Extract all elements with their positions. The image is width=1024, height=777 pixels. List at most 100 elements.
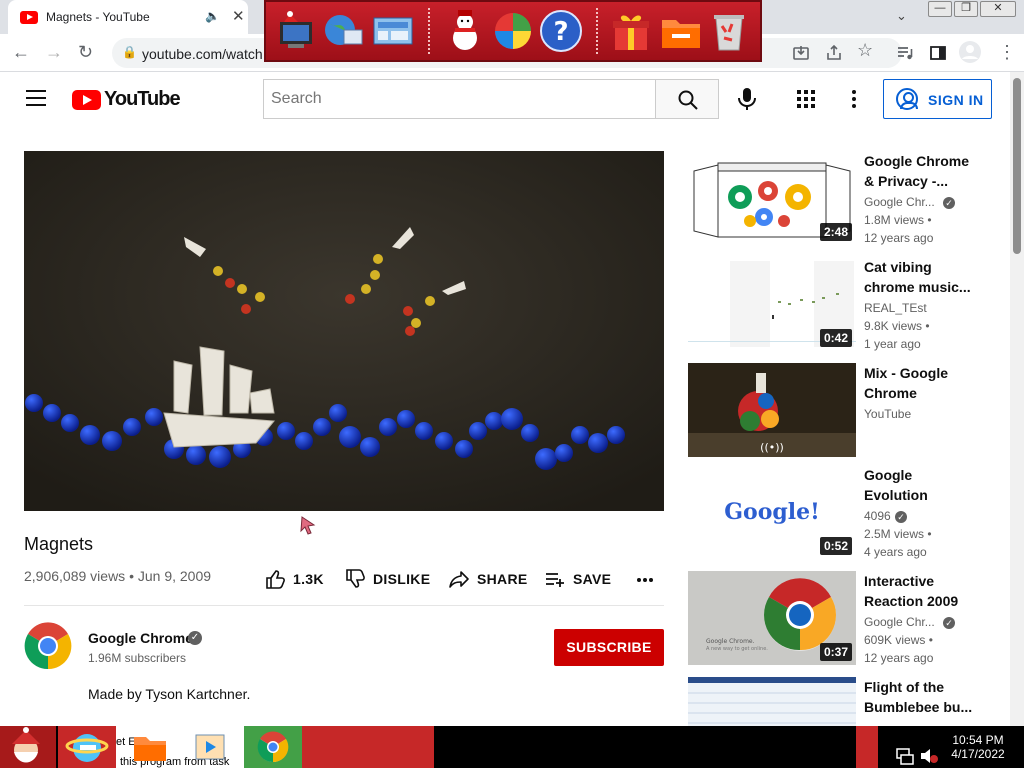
files-folder-icon[interactable] [130,726,170,768]
recycle-bin-icon[interactable] [706,8,752,54]
recommended-video-channel[interactable]: REAL_TEst [864,301,927,315]
windows-taskbar: et E this program from task 10:54 PM 4/1… [0,726,1024,768]
channel-name[interactable]: Google Chrome [88,630,193,646]
recommended-video-channel[interactable]: YouTube [864,407,911,421]
video-description: Made by Tyson Kartchner. [88,686,251,702]
view-count-date: 2,906,089 views • Jun 9, 2009 [24,568,212,584]
search-button[interactable] [655,79,719,119]
media-player-icon[interactable] [190,726,230,768]
side-panel-icon[interactable] [929,44,947,62]
search-input[interactable] [264,80,656,118]
launcher-separator [596,8,598,54]
youtube-logo[interactable]: YouTube [72,88,181,112]
scrollbar-thumb[interactable] [1013,78,1021,254]
browser-tab[interactable]: Magnets - YouTube 🔈 ✕ [8,0,248,34]
recommended-video[interactable]: Flight of the Bumblebee bu... [688,677,998,726]
gift-box-icon[interactable] [608,8,654,54]
disk-pie-icon[interactable] [490,8,536,54]
save-label: SAVE [573,571,612,587]
video-thumbnail[interactable]: 0:42 [688,257,856,351]
reload-icon[interactable]: ↻ [78,42,93,63]
recommended-video-views: 1.8M views • [864,213,932,227]
help-question-icon[interactable]: ? [538,8,584,54]
tab-close-icon[interactable]: ✕ [232,7,245,25]
recommended-video-title[interactable]: Google Evolution [864,465,974,505]
taskbar-launcher-strip[interactable] [302,726,434,768]
video-thumbnail[interactable]: Google Chrome. A new way to get online. … [688,571,856,665]
video-thumbnail[interactable]: 2:48 [688,151,856,245]
control-panel-icon[interactable] [370,8,416,54]
subscribe-button[interactable]: SUBSCRIBE [554,629,664,666]
svg-text:((•)): ((•)) [760,441,784,454]
show-hidden-tray-icon[interactable] [856,726,878,768]
search-icon [678,90,698,110]
recommended-video[interactable]: Google Chrome. A new way to get online. … [688,571,998,665]
snowman-icon[interactable] [442,8,488,54]
video-thumbnail[interactable] [688,677,856,726]
video-duration: 0:42 [819,329,852,347]
browser-menu-icon[interactable]: ⋮ [998,42,1016,63]
globe-network-icon[interactable] [320,8,366,54]
folder-icon[interactable] [658,8,704,54]
share-button[interactable]: SHARE [448,568,527,590]
recommended-mix[interactable]: ((•)) Mix - Google Chrome YouTube [688,363,998,457]
page-scrollbar[interactable] [1010,72,1024,726]
minimize-window-icon[interactable]: — [928,1,952,17]
recommended-video-channel[interactable]: 4096 [864,509,891,523]
bumblebee-thumbnail [688,677,856,726]
volume-icon[interactable] [918,735,940,777]
like-button[interactable]: 1.3K [264,568,326,590]
recommended-video-title[interactable]: Cat vibing chrome music... [864,257,974,297]
microphone-icon[interactable] [736,86,758,112]
share-label: SHARE [477,571,528,587]
recommended-video-channel[interactable]: Google Chr... [864,615,935,629]
sign-in-button[interactable]: SIGN IN [883,79,992,119]
internet-explorer-icon[interactable] [58,726,116,768]
verified-badge-icon: ✓ [895,511,907,523]
recommended-video-views: 609K views • [864,633,933,647]
recommended-video-channel[interactable]: Google Chr... [864,195,935,209]
recommended-video[interactable]: 2:48 Google Chrome & Privacy -... Google… [688,151,998,245]
recommended-video[interactable]: Google! 0:52 Google Evolution 4096 ✓ 2.5… [688,465,998,559]
close-window-icon[interactable]: ✕ [980,1,1016,17]
channel-avatar[interactable] [24,622,72,670]
launcher-separator [428,8,430,54]
system-clock[interactable]: 10:54 PM 4/17/2022 [946,733,1010,761]
restore-window-icon[interactable]: ❐ [954,1,978,17]
address-url[interactable]: youtube.com/watch [142,46,263,62]
more-actions-button[interactable] [636,568,654,590]
bookmark-star-icon[interactable]: ☆ [857,40,873,61]
dislike-label: DISLIKE [373,571,431,587]
dislike-button[interactable]: DISLIKE [344,568,431,590]
recommended-video-title[interactable]: Google Chrome & Privacy -... [864,151,974,191]
chrome-promo-text: Google Chrome. [706,638,755,645]
profile-avatar-icon[interactable] [958,40,982,64]
santa-start-icon[interactable] [0,726,56,768]
search-box [263,79,656,119]
apps-grid-icon[interactable] [797,90,816,109]
settings-more-icon[interactable] [852,90,856,108]
share-page-icon[interactable] [825,44,843,62]
chrome-taskbar-icon[interactable] [244,726,302,768]
install-app-icon[interactable] [792,44,810,62]
recommended-video[interactable]: 0:42 Cat vibing chrome music... REAL_TEs… [688,257,998,351]
playlist-add-icon [546,573,564,587]
save-button[interactable]: SAVE [544,568,612,590]
network-icon[interactable] [894,735,916,777]
tab-search-chevron-icon[interactable]: ⌄ [896,8,907,24]
guide-menu-icon[interactable] [26,90,46,106]
media-queue-icon[interactable] [896,44,914,62]
video-thumbnail[interactable]: Google! 0:52 [688,465,856,559]
video-player[interactable] [24,151,664,511]
recommended-video-age: 4 years ago [864,545,927,559]
audio-playing-icon[interactable]: 🔈 [205,9,220,23]
christmas-computer-icon[interactable] [276,8,322,54]
recommended-video-title[interactable]: Interactive Reaction 2009 [864,571,974,611]
back-arrow-icon[interactable]: ← [12,42,30,63]
lock-icon[interactable]: 🔒 [122,45,137,59]
account-circle-icon [896,88,918,110]
forward-arrow-icon[interactable]: → [45,42,63,63]
recommended-video-title[interactable]: Mix - Google Chrome [864,363,974,403]
video-thumbnail[interactable]: ((•)) [688,363,856,457]
recommended-video-title[interactable]: Flight of the Bumblebee bu... [864,677,974,717]
